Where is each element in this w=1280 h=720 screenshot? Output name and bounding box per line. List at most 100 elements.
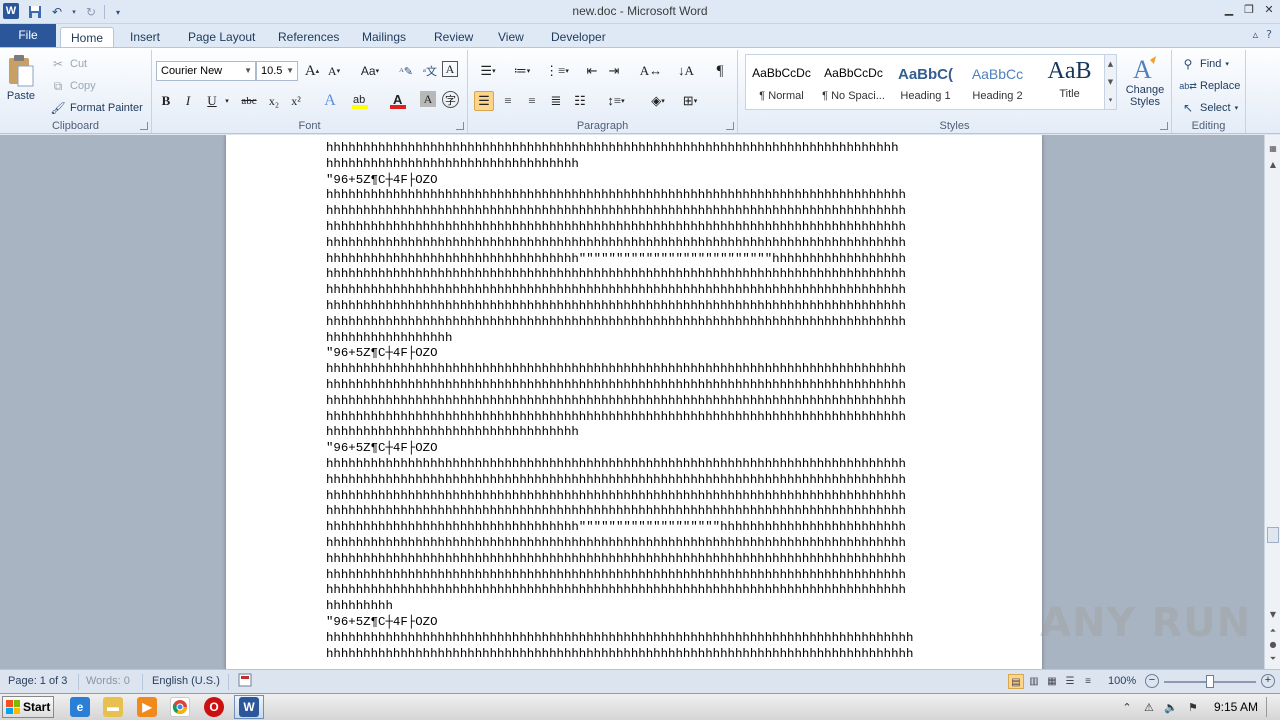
cut-button[interactable]: ✂ Cut xyxy=(50,56,87,72)
volume-icon[interactable]: 🔈 xyxy=(1164,700,1178,714)
internet-explorer-icon[interactable]: e xyxy=(70,697,90,717)
page-count[interactable]: Page: 1 of 3 xyxy=(8,675,67,687)
superscript-button[interactable]: x² xyxy=(286,91,306,111)
font-name-dropdown-icon[interactable]: ▼ xyxy=(244,62,252,80)
close-icon[interactable]: ✕ xyxy=(1262,2,1276,16)
zoom-level[interactable]: 100% xyxy=(1108,675,1136,687)
restore-icon[interactable]: ❐ xyxy=(1242,2,1256,16)
tab-mailings[interactable]: Mailings xyxy=(352,27,416,48)
replace-button[interactable]: ab⇄ Replace xyxy=(1179,78,1240,94)
paragraph-launcher-icon[interactable] xyxy=(726,122,734,130)
show-hidden-icons-icon[interactable]: ⌃ xyxy=(1120,700,1134,714)
gallery-down-icon[interactable]: ▼ xyxy=(1105,73,1116,91)
language-indicator[interactable]: English (U.S.) xyxy=(152,675,220,687)
paste-button[interactable]: Paste xyxy=(6,54,36,102)
justify-button[interactable]: ≣ xyxy=(546,91,566,111)
align-center-button[interactable]: ≡ xyxy=(498,91,518,111)
shrink-font-button[interactable]: A ▾ xyxy=(324,61,344,81)
underline-dropdown-icon[interactable]: ▾ xyxy=(222,91,232,111)
full-screen-reading-view-icon[interactable]: ▥ xyxy=(1026,674,1042,689)
gallery-more-icon[interactable]: ▾ xyxy=(1105,91,1116,109)
sort-button[interactable]: ↓A xyxy=(676,61,696,81)
ruler-toggle-icon[interactable]: ▦ xyxy=(1267,143,1279,155)
change-case-button[interactable]: Aa ▾ xyxy=(356,61,384,81)
select-browse-object-icon[interactable]: ● xyxy=(1267,639,1279,651)
show-desktop-icon[interactable] xyxy=(1266,697,1274,717)
vertical-scrollbar[interactable]: ▦ ▲ ▼ ⏶ ● ⏷ xyxy=(1264,135,1280,669)
scroll-thumb[interactable] xyxy=(1267,527,1279,543)
find-button[interactable]: ⚲ Find ▾ xyxy=(1180,56,1229,72)
font-size-combo[interactable]: 10.5 ▼ xyxy=(256,61,298,81)
zoom-in-icon[interactable]: + xyxy=(1261,674,1275,688)
styles-launcher-icon[interactable] xyxy=(1160,122,1168,130)
strikethrough-button[interactable]: abc xyxy=(236,91,262,111)
style-heading-1[interactable]: AaBbC( Heading 1 xyxy=(890,56,961,108)
tab-review[interactable]: Review xyxy=(424,27,483,48)
scroll-down-icon[interactable]: ▼ xyxy=(1267,609,1279,621)
subscript-button[interactable]: x₂ xyxy=(264,91,284,111)
numbering-button[interactable]: ≔ ▾ xyxy=(508,61,536,81)
proofing-icon[interactable] xyxy=(238,673,252,690)
change-styles-button[interactable]: A Change Styles xyxy=(1122,54,1168,108)
borders-button[interactable]: ⊞ ▾ xyxy=(676,91,704,111)
multilevel-list-button[interactable]: ⋮≡ ▾ xyxy=(542,61,572,81)
text-effects-button[interactable]: A xyxy=(320,91,340,111)
italic-button[interactable]: I xyxy=(178,91,198,111)
distributed-button[interactable]: ☷ xyxy=(570,91,590,111)
style-normal[interactable]: AaBbCcDc ¶ Normal xyxy=(746,56,817,108)
style-heading-2[interactable]: AaBbCc Heading 2 xyxy=(962,56,1033,108)
media-player-icon[interactable]: ▶ xyxy=(137,697,157,717)
document-body-text[interactable]: hhhhhhhhhhhhhhhhhhhhhhhhhhhhhhhhhhhhhhhh… xyxy=(326,141,946,662)
taskbar-word-button[interactable]: W xyxy=(234,695,264,719)
line-spacing-button[interactable]: ↕≡ ▾ xyxy=(602,91,630,111)
copy-button[interactable]: ⧉ Copy xyxy=(50,78,96,94)
draft-view-icon[interactable]: ≡ xyxy=(1080,674,1096,689)
select-dropdown-icon[interactable]: ▾ xyxy=(1235,104,1239,112)
font-launcher-icon[interactable] xyxy=(456,122,464,130)
word-count[interactable]: Words: 0 xyxy=(86,675,130,687)
font-color-button[interactable]: A xyxy=(388,91,408,111)
decrease-indent-button[interactable]: ⇤ xyxy=(582,61,602,81)
increase-indent-button[interactable]: ⇥ xyxy=(604,61,624,81)
zoom-out-icon[interactable]: − xyxy=(1145,674,1159,688)
web-layout-view-icon[interactable]: ▦ xyxy=(1044,674,1060,689)
shading-button[interactable]: ◈ ▾ xyxy=(644,91,672,111)
show-hide-button[interactable]: ¶ xyxy=(710,61,730,81)
tab-page-layout[interactable]: Page Layout xyxy=(178,27,265,48)
clear-formatting-button[interactable]: ᴬ✎ xyxy=(396,61,416,81)
network-warning-icon[interactable]: ⚠ xyxy=(1142,700,1156,714)
bullets-button[interactable]: ☰ ▾ xyxy=(474,61,502,81)
character-border-button[interactable]: A xyxy=(442,61,458,77)
tab-home[interactable]: Home xyxy=(60,27,115,48)
minimize-icon[interactable]: ▁ xyxy=(1222,2,1236,16)
styles-gallery-scroll[interactable]: ▲ ▼ ▾ xyxy=(1104,55,1116,109)
style-no-spacing[interactable]: AaBbCcDc ¶ No Spaci... xyxy=(818,56,889,108)
align-right-button[interactable]: ≡ xyxy=(522,91,542,111)
find-dropdown-icon[interactable]: ▾ xyxy=(1225,60,1229,68)
style-title[interactable]: AaB Title xyxy=(1034,56,1105,108)
tab-references[interactable]: References xyxy=(268,27,349,48)
previous-page-icon[interactable]: ⏶ xyxy=(1267,625,1279,637)
highlight-button[interactable]: ab xyxy=(350,91,370,111)
zoom-slider-thumb[interactable] xyxy=(1206,675,1214,688)
clock[interactable]: 9:15 AM xyxy=(1214,700,1258,714)
minimize-ribbon-icon[interactable]: ▵ xyxy=(1253,28,1259,41)
grow-font-button[interactable]: A ▴ xyxy=(302,61,322,81)
tab-developer[interactable]: Developer xyxy=(541,27,616,48)
select-button[interactable]: ↖ Select ▾ xyxy=(1180,100,1238,116)
font-size-dropdown-icon[interactable]: ▼ xyxy=(286,62,294,80)
underline-button[interactable]: U xyxy=(202,91,222,111)
action-center-flag-icon[interactable]: ⚑ xyxy=(1186,700,1200,714)
font-name-combo[interactable]: Courier New ▼ xyxy=(156,61,256,81)
tab-file[interactable]: File xyxy=(0,24,56,48)
help-icon[interactable]: ? xyxy=(1266,28,1272,41)
tab-insert[interactable]: Insert xyxy=(120,27,170,48)
text-direction-button[interactable]: A↔ xyxy=(636,61,666,81)
bold-button[interactable]: B xyxy=(156,91,176,111)
clipboard-launcher-icon[interactable] xyxy=(140,122,148,130)
gallery-up-icon[interactable]: ▲ xyxy=(1105,55,1116,73)
enclose-characters-button[interactable]: 字 xyxy=(442,91,459,108)
format-painter-button[interactable]: 🖌 Format Painter xyxy=(50,100,142,116)
next-page-icon[interactable]: ⏷ xyxy=(1267,653,1279,665)
chrome-icon[interactable] xyxy=(170,697,190,717)
